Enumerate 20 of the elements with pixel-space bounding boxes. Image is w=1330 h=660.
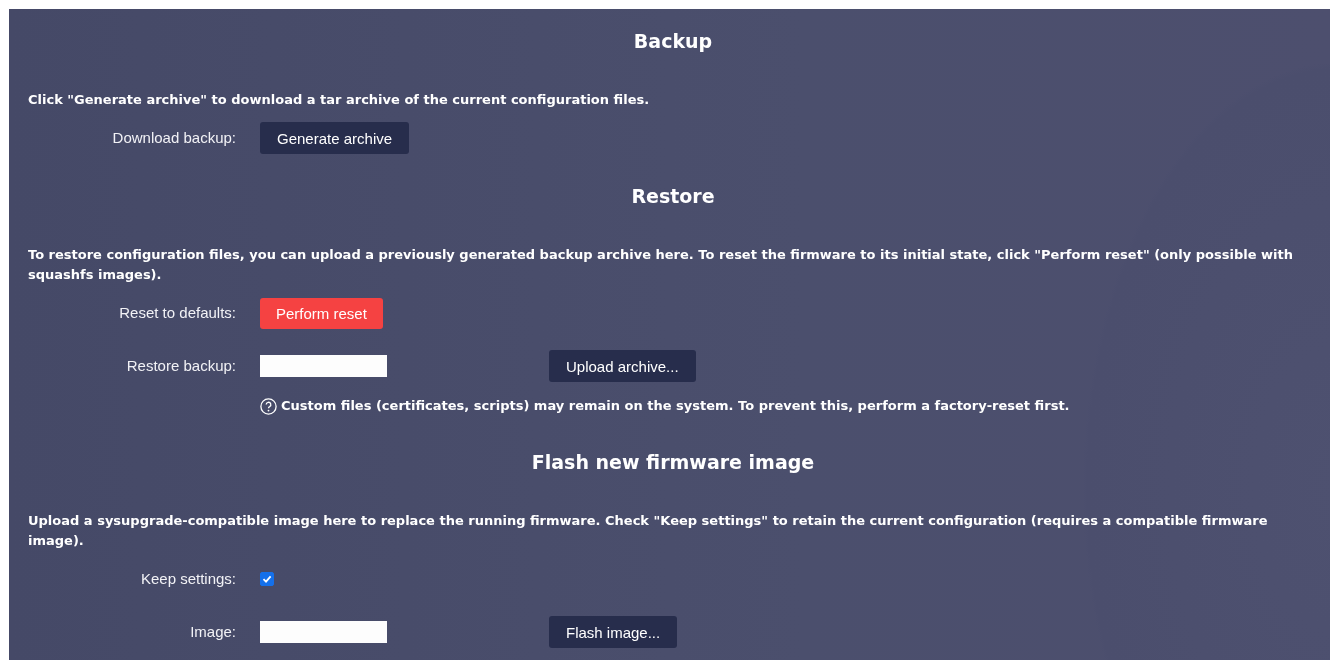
- section-description: To restore configuration files, you can upload a previously generated backup archive here. To reset the firmware to its initial state, click "Perform reset" (only possible with squashfs images).: [28, 246, 1294, 284]
- upload-button[interactable]: Upload archive...: [549, 350, 696, 382]
- field-label: Keep settings:: [139, 570, 236, 588]
- file-field[interactable]: [260, 355, 387, 377]
- checkbox[interactable]: [260, 572, 274, 586]
- help-text: Custom files (certificates, scripts) may remain on the system. To prevent this, perform a factory-reset first.: [281, 397, 1070, 415]
- field-label: Download backup:: [111, 129, 236, 147]
- section-heading: Backup: [632, 29, 714, 53]
- action-button[interactable]: Generate archive: [260, 122, 410, 154]
- section-heading: Restore: [630, 184, 716, 208]
- section-heading: Flash new firmware image: [530, 450, 816, 474]
- section-description: Click "Generate archive" to download a tar archive of the current configuration files.: [28, 91, 651, 109]
- field-label: Restore backup:: [125, 357, 236, 375]
- file-field[interactable]: [260, 621, 387, 643]
- section-description: Upload a sysupgrade-compatible image here to replace the running firmware. Check "Keep settings" to retain the current configuration (requires a compatible firmware image).: [28, 512, 1269, 550]
- reset-button[interactable]: Perform reset: [260, 297, 383, 329]
- field-label: Image:: [189, 623, 236, 641]
- help-icon: [260, 397, 277, 415]
- field-label: Reset to defaults:: [118, 304, 236, 322]
- upload-button[interactable]: Flash image...: [549, 616, 678, 648]
